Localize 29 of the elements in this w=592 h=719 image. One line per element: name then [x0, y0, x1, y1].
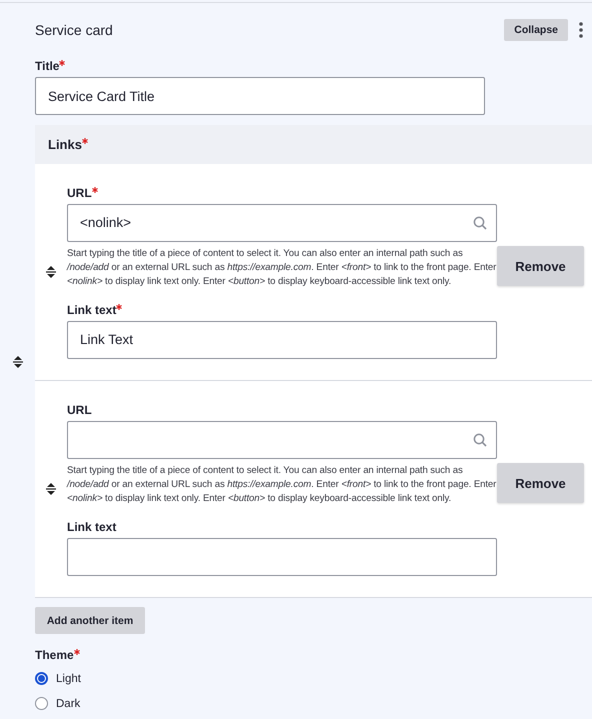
field-label: URL	[67, 402, 92, 416]
link-text-input[interactable]	[67, 538, 497, 576]
title-input[interactable]: Service Card Title	[35, 77, 485, 115]
add-item-button[interactable]: Add another item	[35, 607, 145, 634]
table-heading: Links	[48, 137, 82, 152]
collapse-button[interactable]: Collapse	[504, 19, 568, 41]
remove-button[interactable]: Remove	[497, 463, 584, 503]
field-label: Link text	[67, 302, 116, 316]
field-label: Title	[35, 59, 60, 73]
field-label: URL	[67, 186, 92, 200]
field-label: Link text	[67, 520, 116, 534]
drag-handle-icon[interactable]	[12, 356, 22, 368]
drag-handle-icon[interactable]	[46, 483, 56, 495]
url-input[interactable]: <nolink>	[67, 204, 497, 242]
field-description: Start typing the title of a piece of content to select it. You can also enter an internal path such as /node/add or an external URL such as https://example.com. Enter <front> to link to the front page. Enter <nolink> to display link text only. Enter <button> to display keyboard-accessible link text only.	[67, 464, 498, 506]
card-title: Service card	[35, 22, 114, 38]
drag-handle-icon[interactable]	[46, 266, 56, 278]
more-icon[interactable]	[578, 22, 584, 38]
url-input[interactable]	[67, 420, 497, 458]
remove-button[interactable]: Remove	[497, 246, 584, 286]
radio-label: Dark	[56, 698, 80, 710]
search-icon	[473, 432, 487, 446]
radio-button[interactable]	[35, 697, 48, 710]
field-label: Theme	[35, 648, 74, 662]
radio-button[interactable]	[35, 672, 48, 685]
field-description: Start typing the title of a piece of content to select it. You can also enter an internal path such as /node/add or an external URL such as https://example.com. Enter <front> to link to the front page. Enter <nolink> to display link text only. Enter <button> to display keyboard-accessible link text only.	[67, 246, 498, 288]
search-icon	[473, 216, 487, 230]
link-text-input[interactable]: Link Text	[67, 320, 497, 358]
radio-label: Light	[56, 672, 81, 684]
